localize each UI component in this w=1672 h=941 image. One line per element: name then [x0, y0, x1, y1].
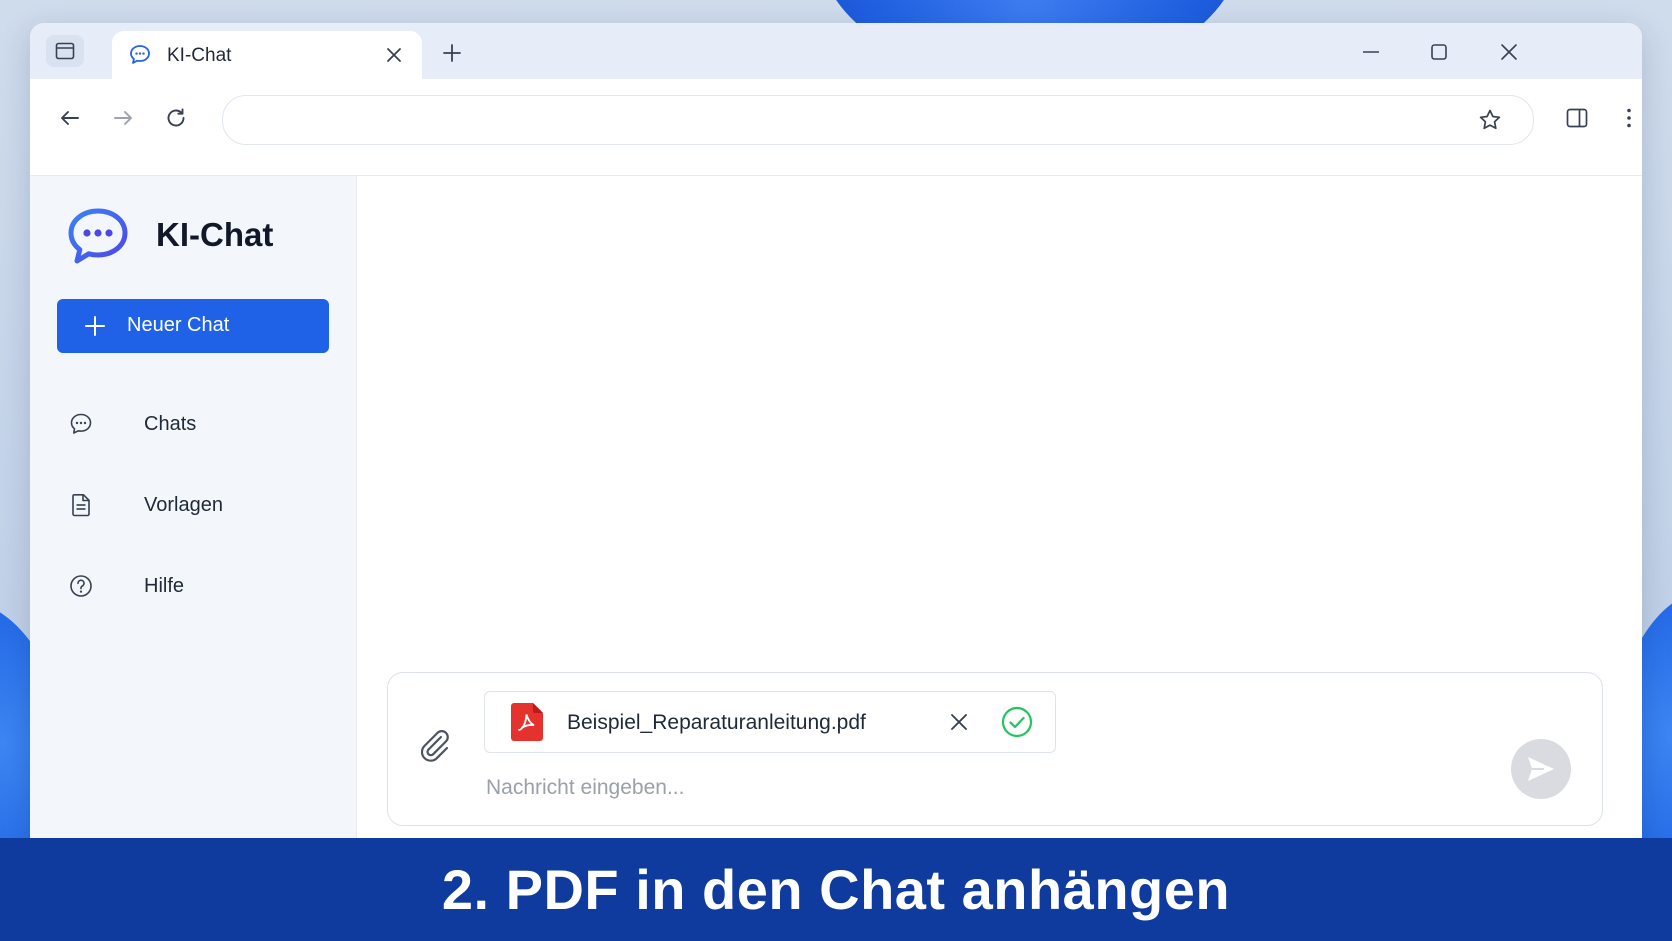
tutorial-caption: 2. PDF in den Chat anhängen: [0, 838, 1672, 941]
send-arrow-icon: [1528, 757, 1554, 781]
attached-file-chip: Beispiel_Reparaturanleitung.pdf: [484, 691, 1056, 753]
window-icon: [55, 42, 75, 60]
minimize-icon[interactable]: [1358, 39, 1384, 65]
help-circle-icon: [70, 575, 92, 597]
bookmark-star-icon[interactable]: [1477, 107, 1503, 133]
remove-attachment-close-icon[interactable]: [947, 710, 971, 734]
chat-main-area: Beispiel_Reparaturanleitung.pdf: [357, 176, 1642, 853]
tab-bar: KI-Chat: [30, 23, 1642, 79]
app-sidebar: KI-Chat Neuer Chat Chats Vorlagen Hilfe: [30, 176, 357, 853]
chat-favicon-icon: [130, 45, 150, 64]
url-input[interactable]: [243, 106, 1427, 136]
pdf-file-icon: [511, 703, 543, 741]
message-input[interactable]: [484, 771, 1488, 805]
plus-icon: [85, 316, 105, 336]
tab-title: KI-Chat: [167, 45, 232, 66]
paperclip-icon[interactable]: [416, 725, 452, 765]
browser-window: KI-Chat KI-Chat Neuer Chat Chats Vorlage…: [30, 23, 1642, 853]
send-button[interactable]: [1511, 739, 1571, 799]
new-chat-label: Neuer Chat: [127, 314, 230, 336]
browser-toolbar: [30, 79, 1642, 176]
new-chat-button[interactable]: Neuer Chat: [57, 299, 329, 353]
address-bar[interactable]: [222, 95, 1534, 145]
sidebar-item-label: Chats: [144, 413, 197, 435]
sidebar-item-hilfe[interactable]: Hilfe: [68, 566, 328, 606]
chat-bubble-icon: [70, 413, 92, 434]
forward-arrow-icon[interactable]: [110, 105, 136, 131]
maximize-icon[interactable]: [1426, 39, 1452, 65]
side-panel-icon[interactable]: [1564, 105, 1590, 131]
more-options-icon[interactable]: [1616, 105, 1642, 131]
chat-logo-icon: [68, 208, 128, 264]
tab-overview-button[interactable]: [46, 35, 84, 67]
app-title: KI-Chat: [156, 216, 274, 253]
new-tab-plus-icon[interactable]: [440, 41, 464, 65]
attached-file-name: Beispiel_Reparaturanleitung.pdf: [567, 711, 866, 734]
check-circle-icon: [1001, 706, 1033, 738]
sidebar-item-vorlagen[interactable]: Vorlagen: [68, 485, 328, 525]
sidebar-item-chats[interactable]: Chats: [68, 404, 328, 444]
sidebar-item-label: Vorlagen: [144, 494, 223, 516]
sidebar-item-label: Hilfe: [144, 575, 185, 597]
back-arrow-icon[interactable]: [57, 105, 83, 131]
document-icon: [72, 494, 90, 517]
reload-icon[interactable]: [163, 105, 189, 131]
browser-tab-active[interactable]: KI-Chat: [112, 31, 422, 79]
window-close-icon[interactable]: [1496, 39, 1522, 65]
message-composer: Beispiel_Reparaturanleitung.pdf: [387, 672, 1603, 826]
close-icon[interactable]: [382, 43, 406, 67]
